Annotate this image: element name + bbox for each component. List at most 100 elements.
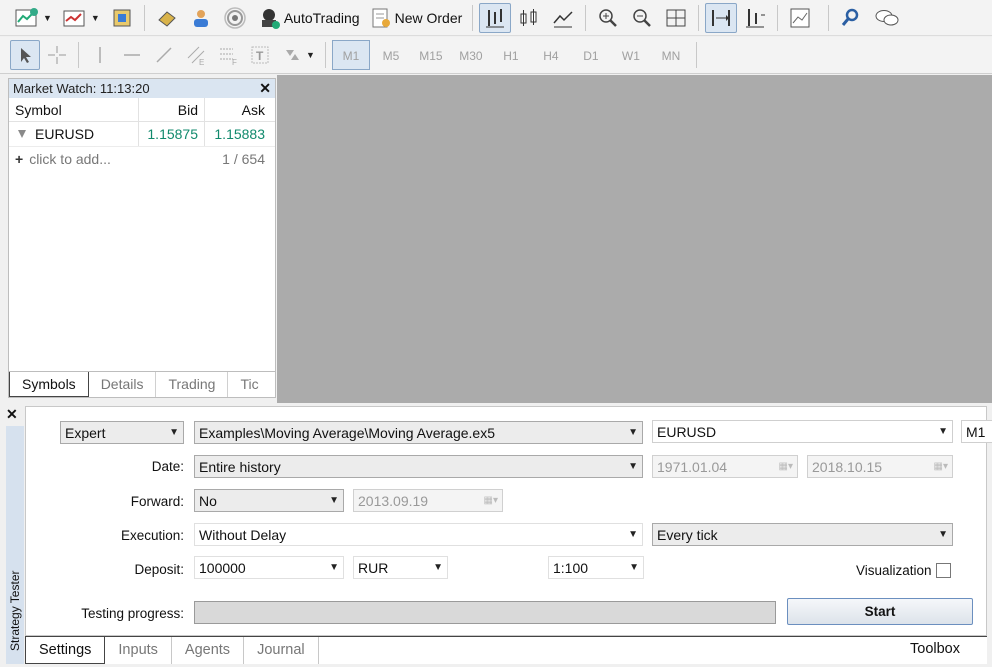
deposit-select[interactable]: 100000 ▼ (194, 556, 344, 579)
market-watch-tabs: Symbols Details Trading Tic (9, 371, 275, 397)
timeframe-d1[interactable]: D1 (572, 40, 610, 70)
search-button[interactable] (835, 3, 867, 33)
templates-button[interactable] (784, 3, 816, 33)
column-ask[interactable]: Ask (205, 98, 271, 121)
crosshair-button[interactable] (42, 40, 72, 70)
autotrading-label: AutoTrading (283, 9, 360, 26)
date-select[interactable]: Entire history ▼ (194, 455, 643, 478)
close-icon[interactable]: ✕ (6, 406, 18, 423)
calendar-icon: ▦▾ (483, 495, 498, 506)
market-watch-header: Symbol Bid Ask (9, 98, 275, 122)
navigator-button[interactable] (106, 3, 138, 33)
tab-settings[interactable]: Settings (25, 637, 106, 664)
timeframe-m5[interactable]: M5 (372, 40, 410, 70)
vertical-line-button[interactable] (85, 40, 115, 70)
zoom-in-button[interactable] (592, 3, 624, 33)
chevron-down-icon: ▼ (43, 12, 52, 23)
period-select[interactable]: M1 (961, 420, 992, 443)
currency-select[interactable]: RUR ▼ (353, 556, 448, 579)
market-button[interactable] (151, 3, 183, 33)
toolbar-separator (698, 4, 700, 31)
date-from-value: 1971.01.04 (657, 458, 728, 475)
horizontal-line-button[interactable] (117, 40, 147, 70)
bar-chart-button[interactable] (479, 2, 512, 33)
profiles-icon (63, 10, 85, 26)
forward-select[interactable]: No ▼ (194, 489, 344, 512)
chevron-down-icon: ▼ (306, 50, 315, 60)
deposit-value: 100000 (199, 559, 246, 576)
tab-trading[interactable]: Trading (156, 372, 229, 397)
chart-workspace[interactable] (277, 75, 992, 403)
forward-date-picker[interactable]: 2013.09.19 ▦▾ (353, 489, 503, 512)
visualization-option[interactable]: Visualization (856, 563, 951, 578)
timeframe-m30[interactable]: M30 (452, 40, 490, 70)
tile-windows-button[interactable] (660, 3, 692, 33)
tab-inputs[interactable]: Inputs (105, 637, 172, 664)
date-to-picker[interactable]: 2018.10.15 ▦▾ (807, 455, 953, 478)
vertical-line-icon (99, 47, 101, 63)
tab-agents[interactable]: Agents (172, 637, 245, 664)
timeframe-mn[interactable]: MN (652, 40, 690, 70)
strategy-tester-sidebar: Strategy Tester (6, 426, 24, 664)
testing-progress-bar (194, 601, 776, 624)
timeframe-w1[interactable]: W1 (612, 40, 650, 70)
symbol-select[interactable]: EURUSD ▼ (652, 420, 953, 443)
equidistant-channel-button[interactable]: E (181, 40, 211, 70)
tab-journal[interactable]: Journal (244, 637, 319, 664)
leverage-select[interactable]: 1:100 ▼ (548, 556, 644, 579)
trend-line-button[interactable] (149, 40, 179, 70)
auto-scroll-button[interactable] (705, 2, 738, 33)
fibonacci-button[interactable]: F (213, 40, 243, 70)
close-icon[interactable]: ✕ (259, 80, 271, 97)
testing-progress-label: Testing progress: (81, 606, 184, 621)
date-to-value: 2018.10.15 (812, 458, 883, 475)
line-chart-button[interactable] (547, 3, 579, 33)
candlestick-button[interactable] (513, 3, 545, 33)
user-icon (193, 9, 208, 27)
chart-shift-icon (746, 8, 766, 27)
signals-button[interactable] (185, 3, 217, 33)
toolbar-separator (828, 4, 830, 31)
new-chart-button[interactable]: ▼ (10, 3, 56, 33)
svg-text:F: F (232, 58, 237, 66)
date-from-picker[interactable]: 1971.01.04 ▦▾ (652, 455, 798, 478)
cursor-button[interactable] (10, 40, 40, 70)
timeframe-h4[interactable]: H4 (532, 40, 570, 70)
mode-select[interactable]: Expert ▼ (60, 421, 184, 444)
autotrading-button[interactable]: AutoTrading (253, 3, 364, 33)
tab-ticks[interactable]: Tic (228, 372, 270, 397)
chevron-down-icon: ▼ (938, 529, 948, 540)
add-symbol-row[interactable]: + click to add... 1 / 654 (9, 147, 275, 171)
table-row[interactable]: EURUSD 1.15875 1.15883 (9, 122, 275, 147)
expert-select[interactable]: Examples\Moving Average\Moving Average.e… (194, 421, 643, 444)
add-symbol-cell: + click to add... (15, 151, 111, 167)
chart-shift-button[interactable] (739, 3, 771, 33)
visualization-checkbox[interactable] (935, 563, 951, 578)
new-order-button[interactable]: New Order (366, 3, 467, 33)
profiles-button[interactable]: ▼ (58, 3, 104, 33)
tab-details[interactable]: Details (89, 372, 157, 397)
vps-button[interactable] (219, 3, 251, 33)
ticks-select[interactable]: Every tick ▼ (652, 523, 953, 546)
timeframe-m15[interactable]: M15 (412, 40, 450, 70)
zoom-out-button[interactable] (626, 3, 658, 33)
chevron-down-icon: ▼ (938, 426, 948, 437)
text-button[interactable]: T (245, 40, 275, 70)
arrows-button[interactable]: ▼ (277, 40, 319, 70)
tab-symbols[interactable]: Symbols (9, 372, 89, 397)
execution-select[interactable]: Without Delay ▼ (194, 523, 643, 546)
templates-icon (790, 8, 810, 27)
toolbar-separator (695, 42, 697, 68)
symbol-name: EURUSD (35, 126, 95, 142)
column-symbol[interactable]: Symbol (9, 98, 139, 121)
chat-button[interactable] (869, 3, 905, 33)
timeframe-m1[interactable]: M1 (331, 40, 370, 70)
market-icon (158, 10, 176, 27)
toolbox-label[interactable]: Toolbox (910, 641, 960, 657)
timeframe-h1[interactable]: H1 (492, 40, 530, 70)
period-value: M1 (966, 423, 986, 440)
symbol-count: 1 / 654 (222, 151, 265, 167)
chevron-down-icon: ▼ (629, 562, 639, 573)
start-button[interactable]: Start (787, 598, 973, 625)
column-bid[interactable]: Bid (139, 98, 205, 121)
